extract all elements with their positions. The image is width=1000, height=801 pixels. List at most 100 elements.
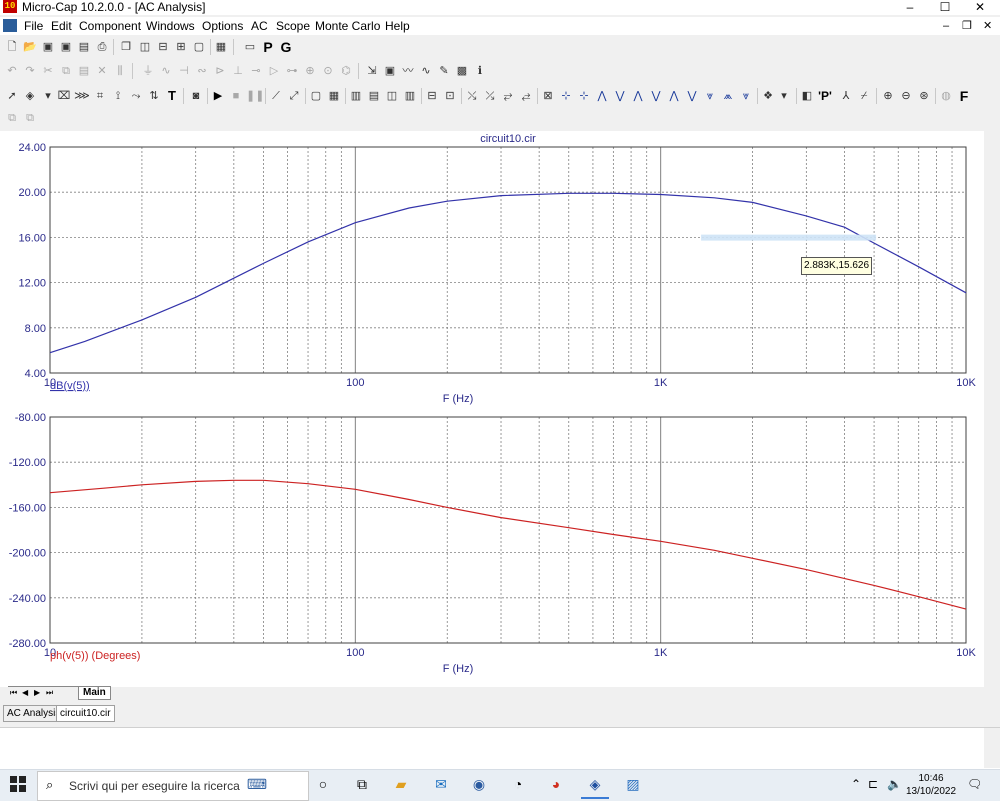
waveform-icon[interactable]: 〰 — [400, 63, 416, 79]
save-as-icon[interactable]: ▣ — [58, 39, 74, 55]
line-icon[interactable]: ⟋ — [268, 88, 284, 104]
file-explorer-icon[interactable]: ▰ — [390, 773, 412, 795]
xy-icon[interactable]: ⌿ — [856, 88, 872, 104]
photo-icon[interactable]: ▩ — [454, 63, 470, 79]
redo-icon[interactable]: ↷ — [22, 63, 38, 79]
tab-first-icon[interactable]: ⏮ — [10, 687, 17, 698]
windows-start-icon[interactable] — [10, 776, 26, 792]
node-icon[interactable]: ⊙ — [320, 63, 336, 79]
sine-icon[interactable]: ∿ — [418, 63, 434, 79]
mail-icon[interactable]: ✉ — [430, 773, 452, 795]
link-1-icon[interactable]: ⧉ — [4, 110, 20, 126]
globe-icon[interactable]: ◍ — [938, 88, 954, 104]
zoom-in-icon[interactable]: ⊕ — [880, 88, 896, 104]
opamp-icon[interactable]: ▷ — [266, 63, 282, 79]
cursor-tool-3-icon[interactable]: ⥂ — [500, 88, 516, 104]
network-icon[interactable]: ⊏ — [868, 777, 878, 791]
switch-icon[interactable]: ⊶ — [284, 63, 300, 79]
cursor-left-icon[interactable]: ⊹ — [558, 88, 574, 104]
palette-icon[interactable]: ❖ — [760, 88, 776, 104]
y-axis-icon[interactable]: ⅄ — [838, 88, 854, 104]
tab-prev-icon[interactable]: ◀ — [22, 687, 28, 698]
cursor-right-icon[interactable]: ⊹ — [576, 88, 592, 104]
cortana-icon[interactable]: ○ — [312, 773, 334, 795]
copy-icon[interactable]: ⧉ — [58, 63, 74, 79]
calculator-icon[interactable]: ▦ — [213, 39, 229, 55]
menu-windows[interactable]: Windows — [146, 19, 195, 33]
layout-5-icon[interactable]: ⊟ — [424, 88, 440, 104]
print-preview-icon[interactable]: ▤ — [76, 39, 92, 55]
task-view-icon[interactable]: ⧉ — [351, 773, 373, 795]
menu-file[interactable]: File — [24, 19, 43, 33]
vertical-scrollbar[interactable] — [984, 131, 1000, 687]
battery-icon[interactable]: ⊥ — [230, 63, 246, 79]
chart-options-icon[interactable]: ◧ — [799, 88, 815, 104]
inductor-icon[interactable]: ∾ — [194, 63, 210, 79]
pencil-icon[interactable]: ✎ — [436, 63, 452, 79]
cascade-icon[interactable]: ❐ — [118, 39, 134, 55]
properties-icon[interactable]: ▭ — [242, 39, 258, 55]
graph-icon[interactable]: ⋙ — [74, 88, 90, 104]
menu-monte-carlo[interactable]: Monte Carlo — [315, 19, 380, 33]
horizontal-tag-icon[interactable]: ⤳ — [128, 88, 144, 104]
shapes-icon[interactable]: ◈ — [22, 88, 38, 104]
info-icon[interactable]: ℹ — [472, 63, 488, 79]
paste-icon[interactable]: ▤ — [76, 63, 92, 79]
high-icon[interactable]: ⋀ — [630, 88, 646, 104]
p-button[interactable]: P — [260, 39, 276, 55]
vertical-tag-icon[interactable]: ⇅ — [146, 88, 162, 104]
tab-next-icon[interactable]: ▶ — [34, 687, 40, 698]
volume-icon[interactable]: 🔈 — [887, 777, 902, 791]
peak-icon[interactable]: ⋀ — [594, 88, 610, 104]
global-low-icon[interactable]: ⩔ — [702, 88, 718, 104]
zoom-fit-icon[interactable]: ⊛ — [916, 88, 932, 104]
global-high-icon[interactable]: ⋁ — [684, 88, 700, 104]
font-button[interactable]: F — [956, 88, 972, 104]
tag-icon[interactable]: ⌗ — [92, 88, 108, 104]
low-icon[interactable]: ⋁ — [648, 88, 664, 104]
layout-3-icon[interactable]: ◫ — [384, 88, 400, 104]
search-highlight-icon[interactable]: ⌨ — [246, 773, 268, 795]
speedometer-icon[interactable]: ◔ — [507, 773, 529, 795]
diode-icon[interactable]: ⊳ — [212, 63, 228, 79]
menu-options[interactable]: Options — [202, 19, 243, 33]
bottom-icon[interactable]: ⩔ — [738, 88, 754, 104]
zoom-out-icon[interactable]: ⊖ — [898, 88, 914, 104]
tile-horizontal-icon[interactable]: ⊟ — [155, 39, 171, 55]
text-tool-button[interactable]: T — [164, 88, 180, 104]
mdi-minimize-button[interactable]: – — [943, 19, 949, 33]
g-button[interactable]: G — [278, 39, 294, 55]
cursor-tool-4-icon[interactable]: ⥄ — [518, 88, 534, 104]
capacitor-icon[interactable]: ⊣ — [176, 63, 192, 79]
probe-icon[interactable]: ⇲ — [364, 63, 380, 79]
run-icon[interactable]: ▶ — [210, 88, 226, 104]
layout-2-icon[interactable]: ▤ — [366, 88, 382, 104]
print-icon[interactable]: ⎙ — [94, 39, 110, 55]
layout-6-icon[interactable]: ⊡ — [442, 88, 458, 104]
menu-scope[interactable]: Scope — [276, 19, 310, 33]
valley-icon[interactable]: ⋁ — [612, 88, 628, 104]
window-icon[interactable]: ▢ — [191, 39, 207, 55]
menu-edit[interactable]: Edit — [51, 19, 72, 33]
taskbar-clock[interactable]: 10:46 13/10/2022 — [905, 772, 957, 798]
data-points-icon[interactable]: ⊠ — [540, 88, 556, 104]
inflection-icon[interactable]: ⋀ — [666, 88, 682, 104]
menu-help[interactable]: Help — [385, 19, 410, 33]
tray-chevron-icon[interactable]: ⌃ — [851, 777, 861, 791]
source-icon[interactable]: ⊕ — [302, 63, 318, 79]
ground-icon[interactable]: ⏚ — [140, 63, 156, 79]
minimize-button[interactable]: – — [895, 0, 925, 15]
new-file-icon[interactable]: 🗋 — [4, 39, 20, 55]
app-icon-1[interactable]: ◉ — [468, 773, 490, 795]
cursor-tool-1-icon[interactable]: ⤯ — [464, 88, 480, 104]
select-mode-icon[interactable]: ➚ — [4, 88, 20, 104]
select-all-icon[interactable]: ⫼ — [112, 63, 128, 79]
menu-component[interactable]: Component — [79, 19, 141, 33]
delete-icon[interactable]: ✕ — [94, 63, 110, 79]
photos-icon[interactable]: ▨ — [622, 773, 644, 795]
mdi-restore-button[interactable]: ❐ — [962, 19, 972, 33]
document-icon[interactable] — [3, 19, 17, 32]
top-icon[interactable]: ⩕ — [720, 88, 736, 104]
stop-icon[interactable]: ■ — [228, 88, 244, 104]
frame-icon[interactable]: ▢ — [308, 88, 324, 104]
